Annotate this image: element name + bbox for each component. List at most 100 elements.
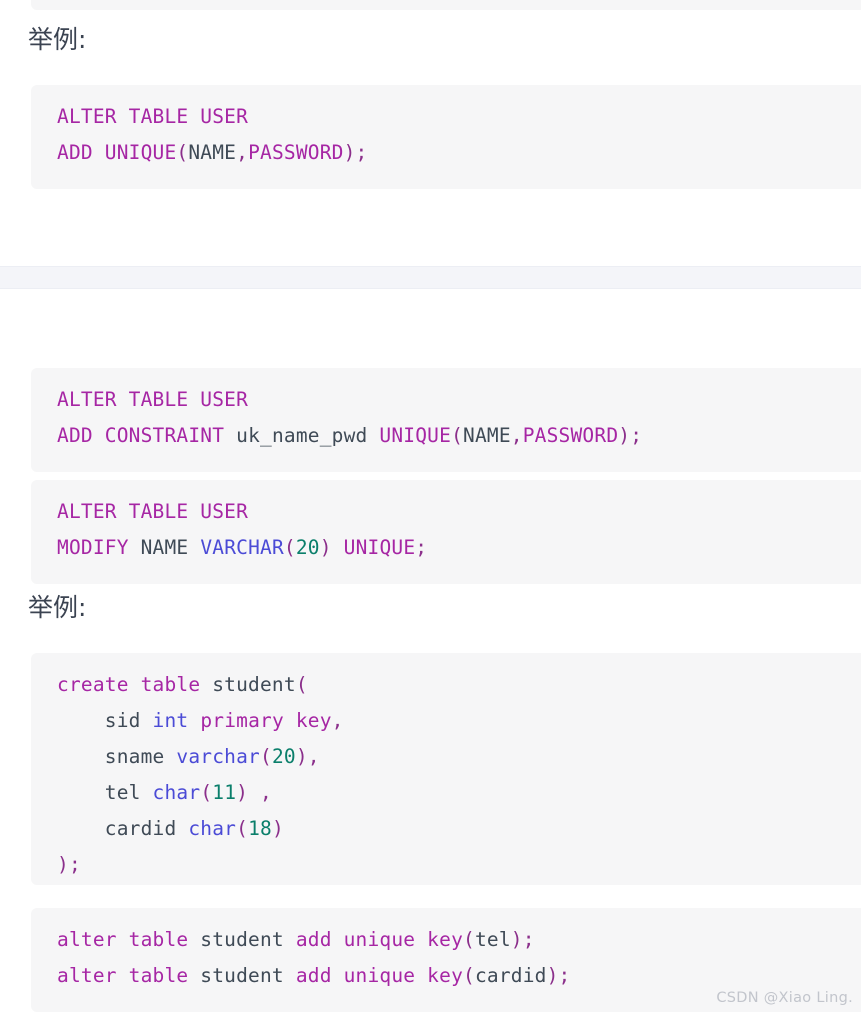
code-block-create-table-student: create table student( sid int primary ke… xyxy=(31,653,861,885)
code-block-add-unique: ALTER TABLE USER ADD UNIQUE(NAME,PASSWORD… xyxy=(31,85,861,189)
code-token: PASSWORD xyxy=(248,141,344,164)
code-token: ); xyxy=(546,964,571,987)
code-token: ADD UNIQUE xyxy=(57,141,177,164)
code-token: ( xyxy=(236,817,249,840)
code-token: 11 xyxy=(212,781,237,804)
code-line: ALTER TABLE USER xyxy=(57,494,861,530)
code-token: ) , xyxy=(236,781,272,804)
example-heading-1: 举例: xyxy=(28,25,87,54)
code-token: ( xyxy=(451,424,464,447)
code-token: ( xyxy=(200,781,213,804)
code-token: uk_name_pwd xyxy=(236,424,368,447)
code-token: ADD CONSTRAINT xyxy=(57,424,225,447)
code-token: ); xyxy=(57,853,81,876)
code-line: alter table student add unique key(tel); xyxy=(57,922,861,958)
code-line: MODIFY NAME VARCHAR(20) UNIQUE; xyxy=(57,530,861,566)
code-line: ALTER TABLE USER xyxy=(57,99,861,135)
code-token: int xyxy=(152,709,189,732)
code-token: NAME xyxy=(188,141,237,164)
code-token: ( xyxy=(463,928,475,951)
code-token: , xyxy=(236,141,249,164)
code-token: alter table xyxy=(57,928,189,951)
code-token: sname xyxy=(104,745,165,768)
code-token: ( xyxy=(295,673,308,696)
code-token: add unique key xyxy=(295,928,464,951)
code-line: ); xyxy=(57,847,861,883)
code-token: student xyxy=(200,964,284,987)
code-token: create table xyxy=(57,673,201,696)
code-line: ADD CONSTRAINT uk_name_pwd UNIQUE(NAME,P… xyxy=(57,418,861,454)
code-token: ( xyxy=(260,745,272,768)
code-token: UNIQUE xyxy=(379,424,452,447)
code-token: MODIFY xyxy=(57,536,129,559)
code-token: 20 xyxy=(295,536,320,559)
code-token: char xyxy=(152,781,201,804)
code-token: char xyxy=(188,817,237,840)
code-token: 18 xyxy=(248,817,272,840)
csdn-watermark: CSDN @Xiao Ling. xyxy=(716,990,853,1006)
code-token: ALTER TABLE USER xyxy=(57,388,249,411)
section-divider-band xyxy=(0,266,861,289)
code-token: primary key xyxy=(200,709,332,732)
code-token: , xyxy=(331,709,344,732)
code-token: ALTER TABLE USER xyxy=(57,105,249,128)
code-token: NAME xyxy=(463,424,511,447)
code-block-clipped-top xyxy=(31,0,861,10)
code-token: cardid xyxy=(104,817,177,840)
code-block-add-constraint: ALTER TABLE USER ADD CONSTRAINT uk_name_p… xyxy=(31,368,861,472)
code-line: tel char(11) , xyxy=(57,775,861,811)
code-token: UNIQUE xyxy=(343,536,416,559)
code-token: ); xyxy=(343,141,368,164)
code-token: NAME xyxy=(140,536,189,559)
example-heading-2: 举例: xyxy=(28,593,87,622)
code-token: PASSWORD xyxy=(522,424,619,447)
code-token: ( xyxy=(463,964,475,987)
code-line: create table student( xyxy=(57,667,861,703)
code-line: sname varchar(20), xyxy=(57,739,861,775)
code-token: ; xyxy=(415,536,428,559)
code-token: varchar xyxy=(176,745,261,768)
code-block-modify-unique: ALTER TABLE USER MODIFY NAME VARCHAR(20) … xyxy=(31,480,861,584)
code-token: , xyxy=(510,424,523,447)
article-page: 举例: ALTER TABLE USER ADD UNIQUE(NAME,PASS… xyxy=(0,0,861,1013)
code-line: sid int primary key, xyxy=(57,703,861,739)
code-token: alter table xyxy=(57,964,189,987)
code-token: ( xyxy=(176,141,189,164)
code-token: tel xyxy=(104,781,141,804)
code-token: student xyxy=(200,928,284,951)
code-token: add unique key xyxy=(295,964,464,987)
code-line: ADD UNIQUE(NAME,PASSWORD); xyxy=(57,135,861,171)
code-token: VARCHAR xyxy=(200,536,284,559)
code-token: ); xyxy=(618,424,643,447)
code-token: 20 xyxy=(271,745,296,768)
code-token: ) xyxy=(319,536,332,559)
code-token: sid xyxy=(104,709,141,732)
code-token: cardid xyxy=(474,964,547,987)
code-line: ALTER TABLE USER xyxy=(57,382,861,418)
code-token: ) xyxy=(271,817,284,840)
code-token: ), xyxy=(295,745,320,768)
code-line: cardid char(18) xyxy=(57,811,861,847)
code-token: student xyxy=(212,673,296,696)
code-token: tel xyxy=(474,928,511,951)
code-token: ( xyxy=(283,536,296,559)
code-token: ); xyxy=(510,928,535,951)
code-token: ALTER TABLE USER xyxy=(57,500,249,523)
